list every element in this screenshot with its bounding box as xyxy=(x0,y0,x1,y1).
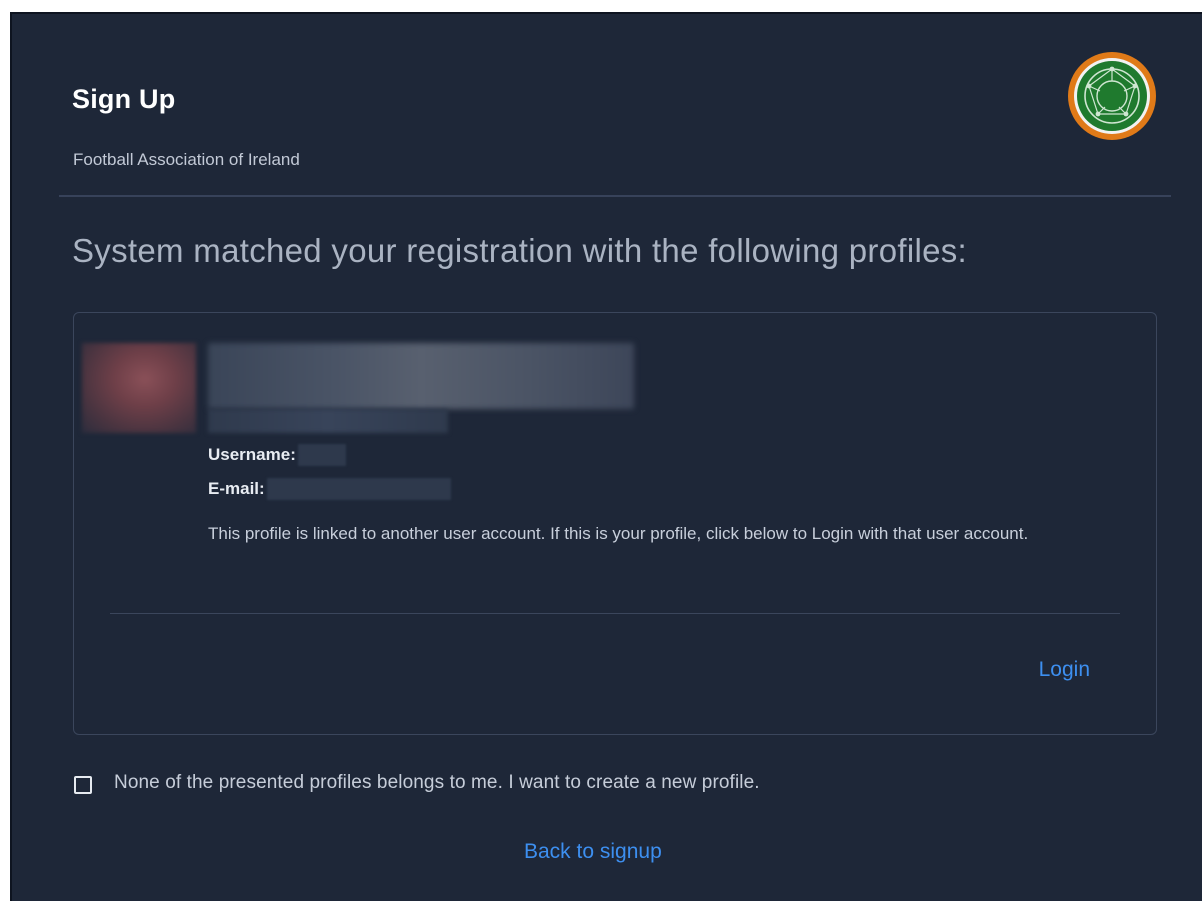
signup-modal: Sign Up Football Association of Ireland xyxy=(10,12,1202,901)
page-frame: Sign Up Football Association of Ireland xyxy=(0,0,1202,901)
fai-crest-icon xyxy=(1068,52,1156,140)
organisation-name: Football Association of Ireland xyxy=(73,150,300,169)
header-divider xyxy=(59,195,1171,197)
username-value-redacted xyxy=(297,444,346,466)
profile-card: Username: E-mail: This profile is linked… xyxy=(73,312,1157,735)
username-label: Username: xyxy=(208,445,296,464)
card-divider xyxy=(110,613,1120,614)
none-mine-checkbox[interactable] xyxy=(74,776,92,794)
matched-profiles-heading: System matched your registration with th… xyxy=(72,232,968,269)
email-value-redacted xyxy=(266,478,451,500)
none-mine-label[interactable]: None of the presented profiles belongs t… xyxy=(114,772,760,794)
profile-details-redacted xyxy=(208,409,448,433)
profile-name-redacted xyxy=(208,343,634,409)
none-mine-option[interactable]: None of the presented profiles belongs t… xyxy=(74,772,760,794)
avatar xyxy=(82,343,196,433)
back-to-signup-link[interactable]: Back to signup xyxy=(524,840,662,864)
username-row: Username: xyxy=(208,444,346,466)
email-row: E-mail: xyxy=(208,478,451,500)
linked-account-notice: This profile is linked to another user a… xyxy=(208,524,1029,543)
login-link[interactable]: Login xyxy=(1039,658,1090,682)
email-label: E-mail: xyxy=(208,479,265,498)
page-title: Sign Up xyxy=(72,84,176,114)
